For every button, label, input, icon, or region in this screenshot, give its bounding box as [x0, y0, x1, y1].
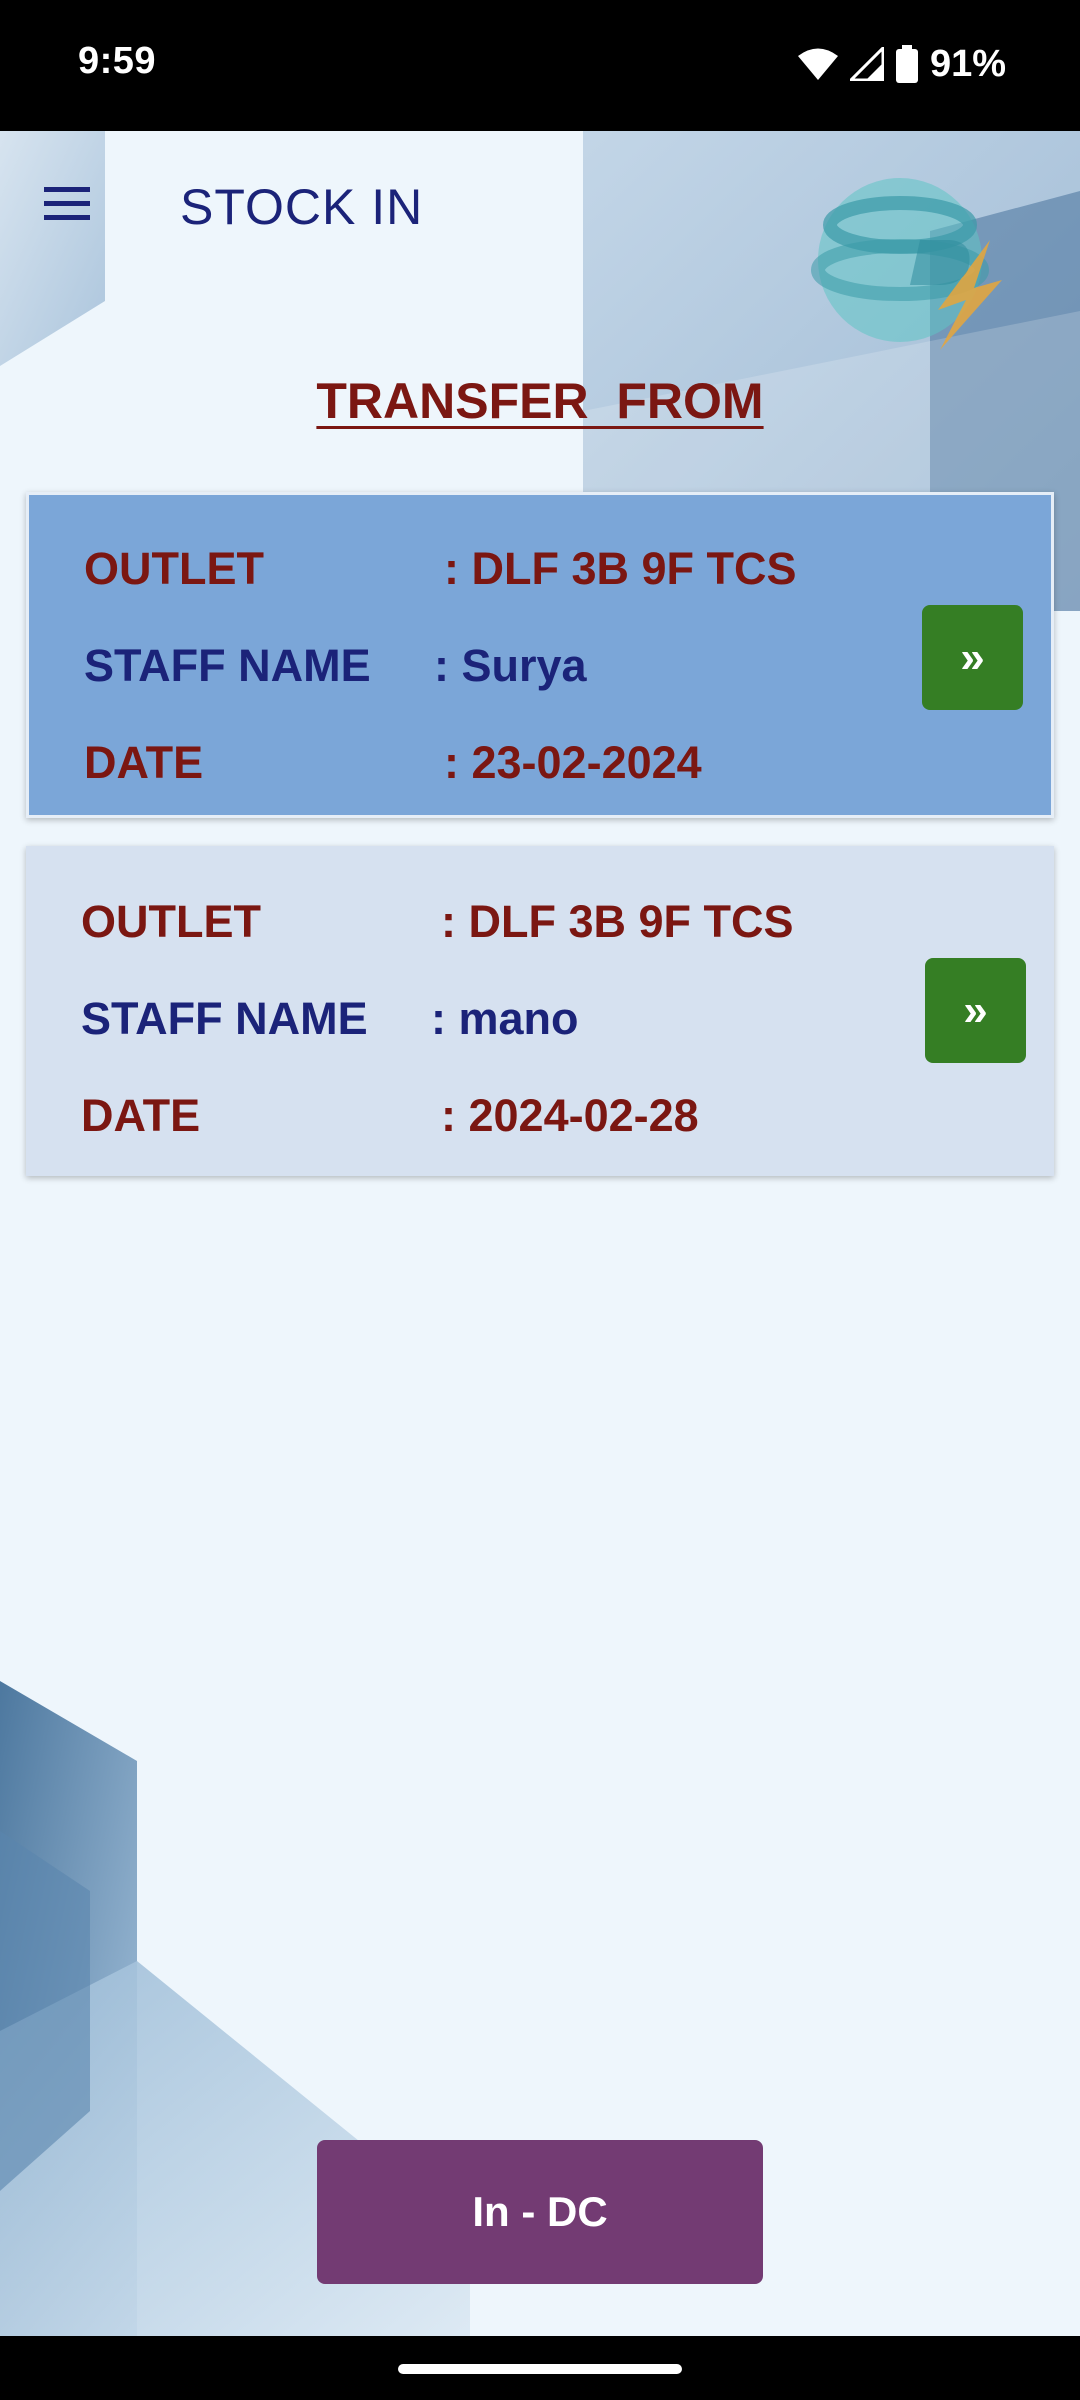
open-transfer-button[interactable]: » [922, 605, 1023, 710]
signal-icon [849, 47, 884, 81]
menu-button[interactable] [36, 170, 100, 234]
date-label: DATE [84, 737, 204, 788]
date-value: : 2024-02-28 [441, 1090, 699, 1141]
page-title: STOCK IN [180, 179, 424, 235]
home-indicator[interactable] [398, 2364, 682, 2374]
menu-icon [44, 187, 90, 220]
in-dc-button[interactable]: In - DC [317, 2140, 763, 2284]
section-title: TRANSFER FROM [316, 373, 764, 429]
system-nav-bar [0, 2336, 1080, 2400]
staff-name-label: STAFF NAME [81, 993, 368, 1044]
outlet-value: : DLF 3B 9F TCS [444, 543, 797, 594]
outlet-value: : DLF 3B 9F TCS [441, 896, 794, 947]
open-transfer-button[interactable]: » [925, 958, 1026, 1063]
wifi-icon [797, 47, 838, 81]
date-label: DATE [81, 1090, 201, 1141]
staff-name-label: STAFF NAME [84, 640, 371, 691]
date-value: : 23-02-2024 [444, 737, 702, 788]
status-icons: 91% [797, 40, 1006, 88]
battery-percent: 91% [929, 42, 1006, 85]
status-bar: 9:59 91% [0, 0, 1080, 131]
battery-icon [895, 45, 918, 83]
status-time: 9:59 [78, 40, 157, 82]
transfer-card[interactable]: OUTLET : DLF 3B 9F TCS STAFF NAME : mano… [26, 846, 1054, 1176]
outlet-label: OUTLET [81, 896, 261, 947]
staff-name-value: : Surya [434, 640, 587, 691]
outlet-label: OUTLET [84, 543, 264, 594]
background-graphic [0, 131, 1080, 2336]
staff-name-value: : mano [431, 993, 579, 1044]
transfer-card[interactable]: OUTLET : DLF 3B 9F TCS STAFF NAME : Sury… [26, 492, 1054, 818]
company-logo [790, 160, 1050, 360]
